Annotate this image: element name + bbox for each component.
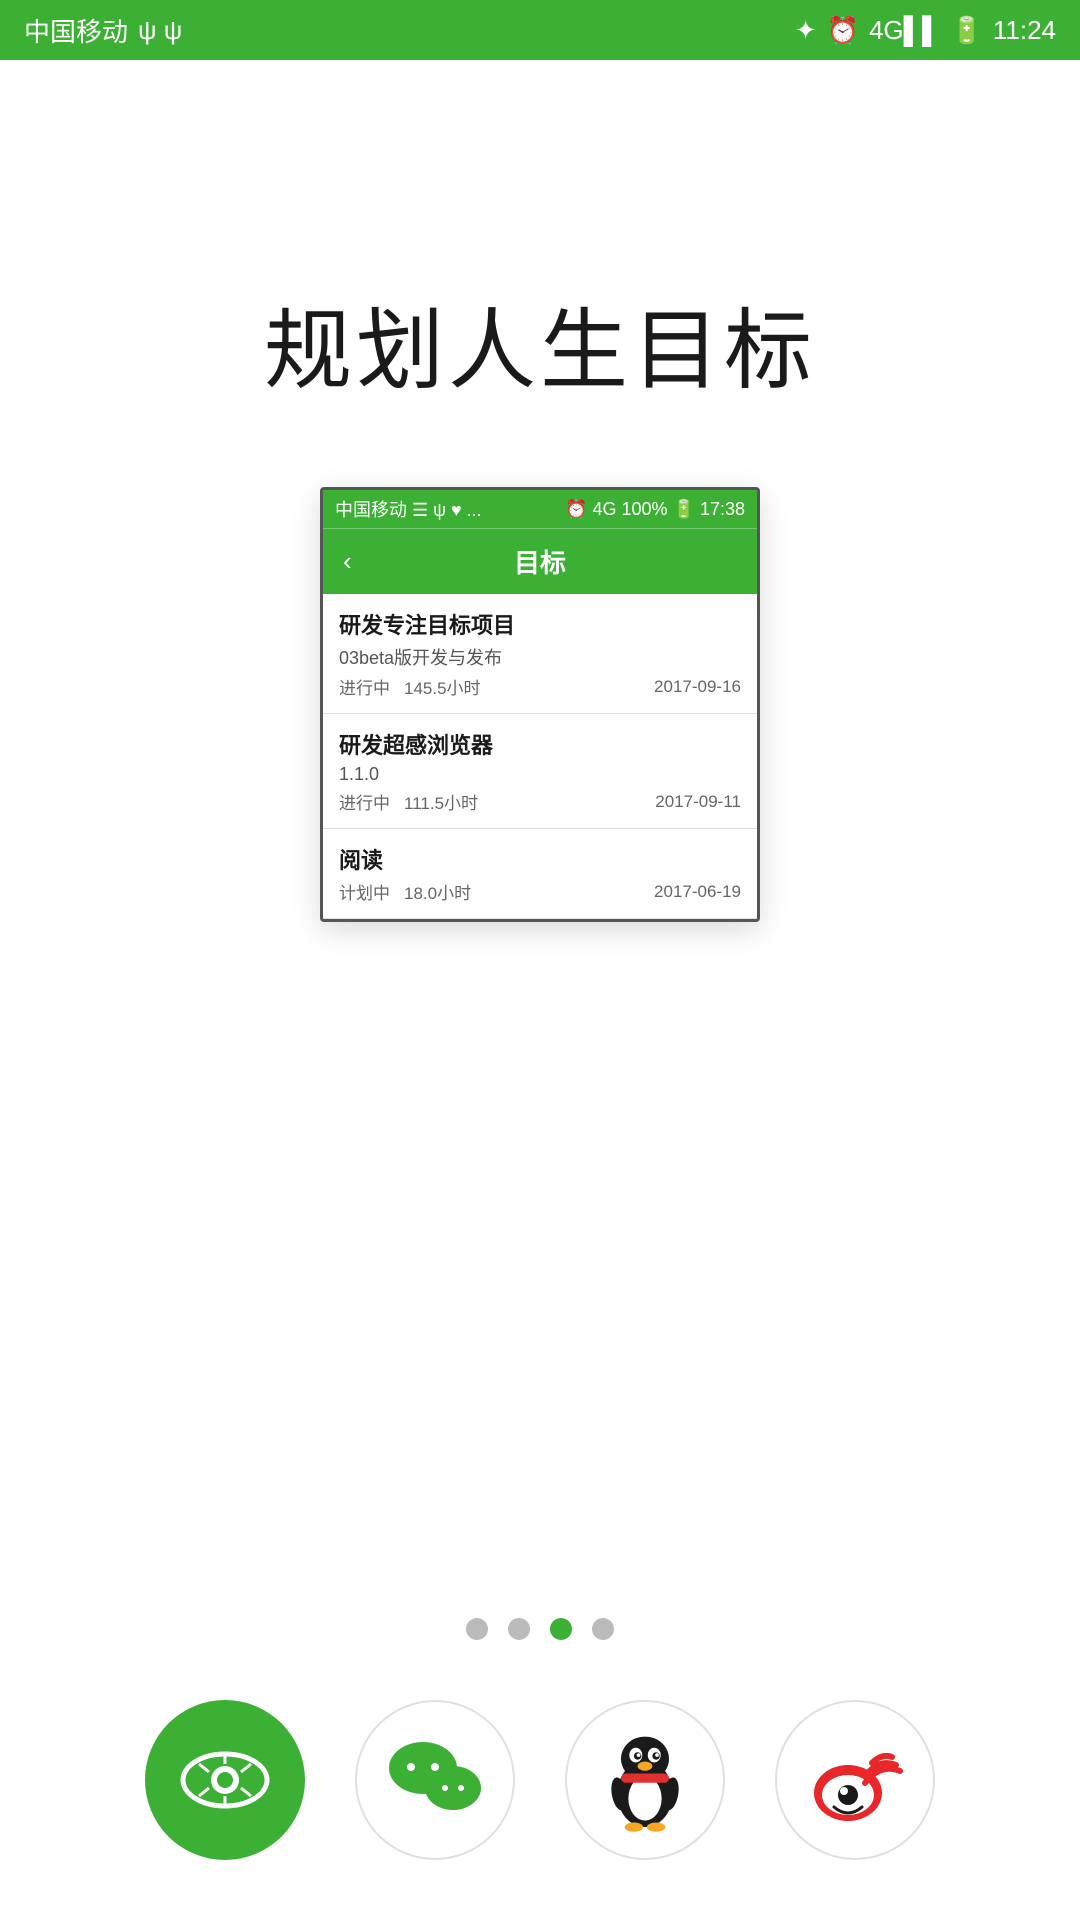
mockup-back-button[interactable]: ‹	[343, 546, 352, 577]
qq-button[interactable]	[565, 1700, 725, 1860]
weibo-button[interactable]	[775, 1700, 935, 1860]
item-hours: 145.5小时	[404, 674, 481, 699]
pagination-dots	[466, 1618, 614, 1640]
list-item[interactable]: 阅读 计划中 18.0小时 2017-06-19	[323, 829, 757, 919]
main-content: 规划人生目标 中国移动 ☰ ψ ♥ ... ⏰ 4G 100% 🔋 17:38 …	[0, 60, 1080, 1920]
dot-3-active[interactable]	[550, 1618, 572, 1640]
status-left: 中国移动 ψ ψ	[24, 12, 182, 49]
item-meta-left: 计划中 18.0小时	[339, 879, 471, 904]
battery-icon: 🔋	[950, 15, 982, 46]
qq-icon	[595, 1720, 695, 1840]
item-meta-left: 进行中 111.5小时	[339, 789, 478, 814]
bottom-icons	[145, 1700, 935, 1860]
wechat-icon	[385, 1740, 485, 1820]
bluetooth-icon: ✦	[795, 15, 817, 46]
item-subtitle: 03beta版开发与发布	[339, 644, 741, 670]
alarm-icon: ⏰	[827, 15, 859, 46]
item-meta: 进行中 145.5小时 2017-09-16	[339, 674, 741, 699]
status-bar: 中国移动 ψ ψ ✦ ⏰ 4G▌▌ 🔋 11:24	[0, 0, 1080, 60]
item-date: 2017-06-19	[654, 882, 741, 902]
item-date: 2017-09-11	[655, 792, 741, 812]
eye-icon	[180, 1750, 270, 1810]
dot-4[interactable]	[592, 1618, 614, 1640]
phone-mockup: 中国移动 ☰ ψ ♥ ... ⏰ 4G 100% 🔋 17:38 ‹ 目标 研发…	[320, 487, 760, 922]
item-title: 研发专注目标项目	[339, 608, 741, 640]
item-status: 计划中	[339, 879, 390, 904]
item-date: 2017-09-16	[654, 677, 741, 697]
usb-icons: ψ ψ	[138, 15, 182, 46]
status-right: ✦ ⏰ 4G▌▌ 🔋 11:24	[795, 15, 1056, 46]
dot-2[interactable]	[508, 1618, 530, 1640]
weibo-icon	[800, 1725, 910, 1835]
item-title: 阅读	[339, 843, 741, 875]
mockup-header: ‹ 目标	[323, 528, 757, 594]
item-status: 进行中	[339, 674, 390, 699]
item-hours: 18.0小时	[404, 879, 471, 904]
item-meta: 进行中 111.5小时 2017-09-11	[339, 789, 741, 814]
app-icon-button[interactable]	[145, 1700, 305, 1860]
signal-icon: 4G▌▌	[869, 15, 941, 46]
item-hours: 111.5小时	[404, 789, 478, 814]
mockup-header-title: 目标	[514, 543, 566, 580]
list-item[interactable]: 研发专注目标项目 03beta版开发与发布 进行中 145.5小时 2017-0…	[323, 594, 757, 714]
item-status: 进行中	[339, 789, 390, 814]
mockup-status-right: ⏰ 4G 100% 🔋 17:38	[565, 499, 745, 520]
page-title: 规划人生目标	[264, 280, 816, 407]
item-meta: 计划中 18.0小时 2017-06-19	[339, 879, 741, 904]
carrier-label: 中国移动	[24, 12, 128, 49]
dot-1[interactable]	[466, 1618, 488, 1640]
mockup-status-bar: 中国移动 ☰ ψ ♥ ... ⏰ 4G 100% 🔋 17:38	[323, 490, 757, 528]
mockup-list: 研发专注目标项目 03beta版开发与发布 进行中 145.5小时 2017-0…	[323, 594, 757, 919]
item-meta-left: 进行中 145.5小时	[339, 674, 481, 699]
item-title: 研发超感浏览器	[339, 728, 741, 760]
mockup-status-left: 中国移动 ☰ ψ ♥ ...	[335, 496, 482, 522]
list-item[interactable]: 研发超感浏览器 1.1.0 进行中 111.5小时 2017-09-11	[323, 714, 757, 829]
time-label: 11:24	[993, 15, 1056, 46]
wechat-button[interactable]	[355, 1700, 515, 1860]
item-subtitle: 1.1.0	[339, 764, 741, 785]
